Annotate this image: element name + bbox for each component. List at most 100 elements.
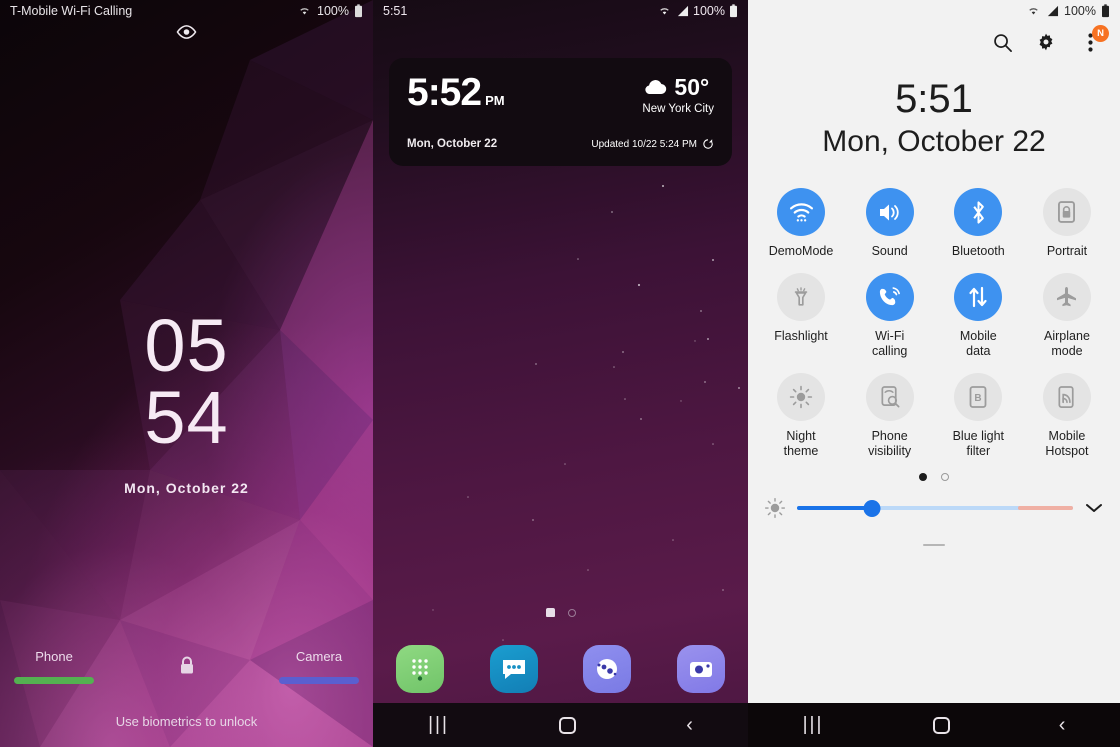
tile-label: Sound <box>871 244 908 258</box>
qs-page-dot-active[interactable] <box>919 473 927 481</box>
tile-label: Phone visibility <box>868 429 912 458</box>
lock-screen-clock: 05 54 Mon, October 22 <box>0 309 373 497</box>
tile-mobile-data[interactable]: Mobile data <box>939 273 1017 359</box>
tile-row: Flashlight Wi-Fi calling Mobile data Air… <box>762 273 1106 359</box>
signal-icon <box>1047 5 1059 17</box>
qs-page-dot-inactive[interactable] <box>941 473 949 481</box>
eye-icon <box>176 25 197 39</box>
wifi-icon[interactable] <box>777 188 825 236</box>
hotspot-icon[interactable] <box>1042 373 1091 421</box>
carrier-label: T-Mobile Wi-Fi Calling <box>10 4 133 18</box>
tile-label: Mobile data <box>959 329 997 358</box>
airplane-icon[interactable] <box>1042 273 1091 321</box>
recents-button[interactable]: ||| <box>803 714 824 736</box>
home-status-bar: 5:51 100% <box>373 0 748 22</box>
tile-night-theme[interactable]: Night theme <box>762 373 840 459</box>
rotation-lock-icon[interactable] <box>1042 188 1091 236</box>
biometrics-hint: Use biometrics to unlock <box>115 714 258 729</box>
battery-full-icon <box>730 4 737 18</box>
gear-icon[interactable] <box>1034 30 1058 54</box>
camera-app-icon[interactable] <box>677 645 726 693</box>
page-dot-active-home[interactable] <box>545 608 555 617</box>
recents-button[interactable]: ||| <box>428 714 449 736</box>
lock-shortcuts: Phone Camera <box>0 649 373 684</box>
qs-status-bar: 100% <box>748 0 1120 22</box>
chat-bubble-icon <box>502 660 525 679</box>
home-dock <box>373 639 748 699</box>
tile-phone-visibility[interactable]: Phone visibility <box>851 373 929 459</box>
wifi-glyph <box>789 202 813 221</box>
tile-label: Wi-Fi calling <box>871 329 908 358</box>
chevron-down-icon[interactable] <box>1084 501 1104 515</box>
qs-nav-bar: ||| ‹ <box>748 703 1120 747</box>
tile-label: Portrait <box>1046 244 1088 258</box>
widget-updated-label: Updated 10/22 5:24 PM <box>591 138 697 150</box>
refresh-icon[interactable] <box>702 138 714 150</box>
widget-temperature-row: 50° <box>642 74 714 101</box>
tile-mobile-hotspot[interactable]: Mobile Hotspot <box>1028 373 1106 459</box>
tile-wifi-calling[interactable]: Wi-Fi calling <box>851 273 929 359</box>
brightness-slider[interactable] <box>797 498 1073 518</box>
camera-shortcut-pill[interactable] <box>279 677 359 684</box>
wifi-calling-icon[interactable] <box>865 273 914 321</box>
tile-sound[interactable]: Sound <box>851 188 929 259</box>
tile-portrait[interactable]: Portrait <box>1028 188 1106 259</box>
phone-shortcut-pill[interactable] <box>14 677 94 684</box>
speaker-glyph <box>880 204 899 220</box>
phone-shortcut[interactable]: Phone <box>14 649 94 684</box>
clock-weather-widget[interactable]: 5:52 PM Mon, October 22 50° New York Cit… <box>389 58 732 166</box>
wifi-icon <box>660 8 669 15</box>
status-indicators: 100% <box>297 4 363 18</box>
messages-app-icon[interactable] <box>489 645 538 693</box>
phone-app-icon[interactable] <box>395 645 444 693</box>
home-page-indicator[interactable] <box>373 608 748 617</box>
widget-weather-section[interactable]: 50° New York City Updated 10/22 5:24 PM <box>591 74 714 150</box>
sound-icon[interactable] <box>865 188 914 236</box>
slider-warm-segment <box>1017 506 1073 510</box>
lock-icon <box>180 656 193 673</box>
back-button[interactable]: ‹ <box>1059 714 1066 737</box>
widget-clock-section[interactable]: 5:52 PM Mon, October 22 <box>407 71 505 150</box>
brightness-icon <box>764 497 786 519</box>
gear-glyph <box>1039 33 1053 51</box>
camera-shortcut[interactable]: Camera <box>279 649 359 684</box>
night-theme-icon[interactable] <box>777 373 825 421</box>
bluetooth-icon[interactable] <box>954 188 1003 236</box>
search-icon[interactable] <box>990 30 1014 54</box>
tile-demomode[interactable]: DemoMode <box>762 188 840 259</box>
quick-settings-tile-grid: DemoMode Sound Bluetooth Portrait Flashl… <box>748 188 1120 459</box>
internet-app-icon[interactable] <box>583 645 632 693</box>
widget-time-value: 5:52 <box>407 71 482 114</box>
svg-text:B: B <box>975 393 982 404</box>
phone-shortcut-label: Phone <box>35 649 73 664</box>
qs-date: Mon, October 22 <box>822 125 1046 158</box>
tile-airplane-mode[interactable]: Airplane mode <box>1028 273 1106 359</box>
cloud-icon <box>645 80 667 95</box>
overflow-menu-icon[interactable]: N <box>1078 25 1109 54</box>
home-screen-panel: 5:51 100% 5:52 PM Mon, October 22 50° Ne… <box>373 0 748 747</box>
dialer-keypad-icon <box>412 659 428 681</box>
widget-weather-top: 50° New York City <box>642 74 714 115</box>
home-button[interactable] <box>932 716 950 734</box>
phone-visibility-icon[interactable] <box>865 373 914 421</box>
magnifier-glyph <box>993 33 1012 52</box>
wifi-icon <box>1029 8 1038 15</box>
qs-page-indicator[interactable] <box>748 473 1120 481</box>
three-phone-screenshots: T-Mobile Wi-Fi Calling 100% 05 54 Mon, O… <box>0 0 1120 747</box>
tile-flashlight[interactable]: Flashlight <box>762 273 840 359</box>
home-button[interactable] <box>559 716 577 734</box>
panel-drag-handle[interactable] <box>748 533 1120 551</box>
tile-label: Airplane mode <box>1044 329 1090 358</box>
page-dot-inactive[interactable] <box>567 608 576 617</box>
tile-blue-light-filter[interactable]: B Blue light filter <box>939 373 1017 459</box>
flashlight-icon[interactable] <box>777 273 825 321</box>
mobile-data-icon[interactable] <box>954 273 1003 321</box>
blue-light-filter-icon[interactable]: B <box>954 373 1003 421</box>
qs-clock: 5:51 Mon, October 22 <box>748 76 1120 162</box>
back-button[interactable]: ‹ <box>686 714 693 737</box>
brightness-row <box>748 481 1120 519</box>
slider-thumb[interactable] <box>863 499 881 517</box>
tile-bluetooth[interactable]: Bluetooth <box>939 188 1017 259</box>
widget-temperature: 50° <box>674 74 710 100</box>
qs-action-bar: N <box>748 22 1120 54</box>
